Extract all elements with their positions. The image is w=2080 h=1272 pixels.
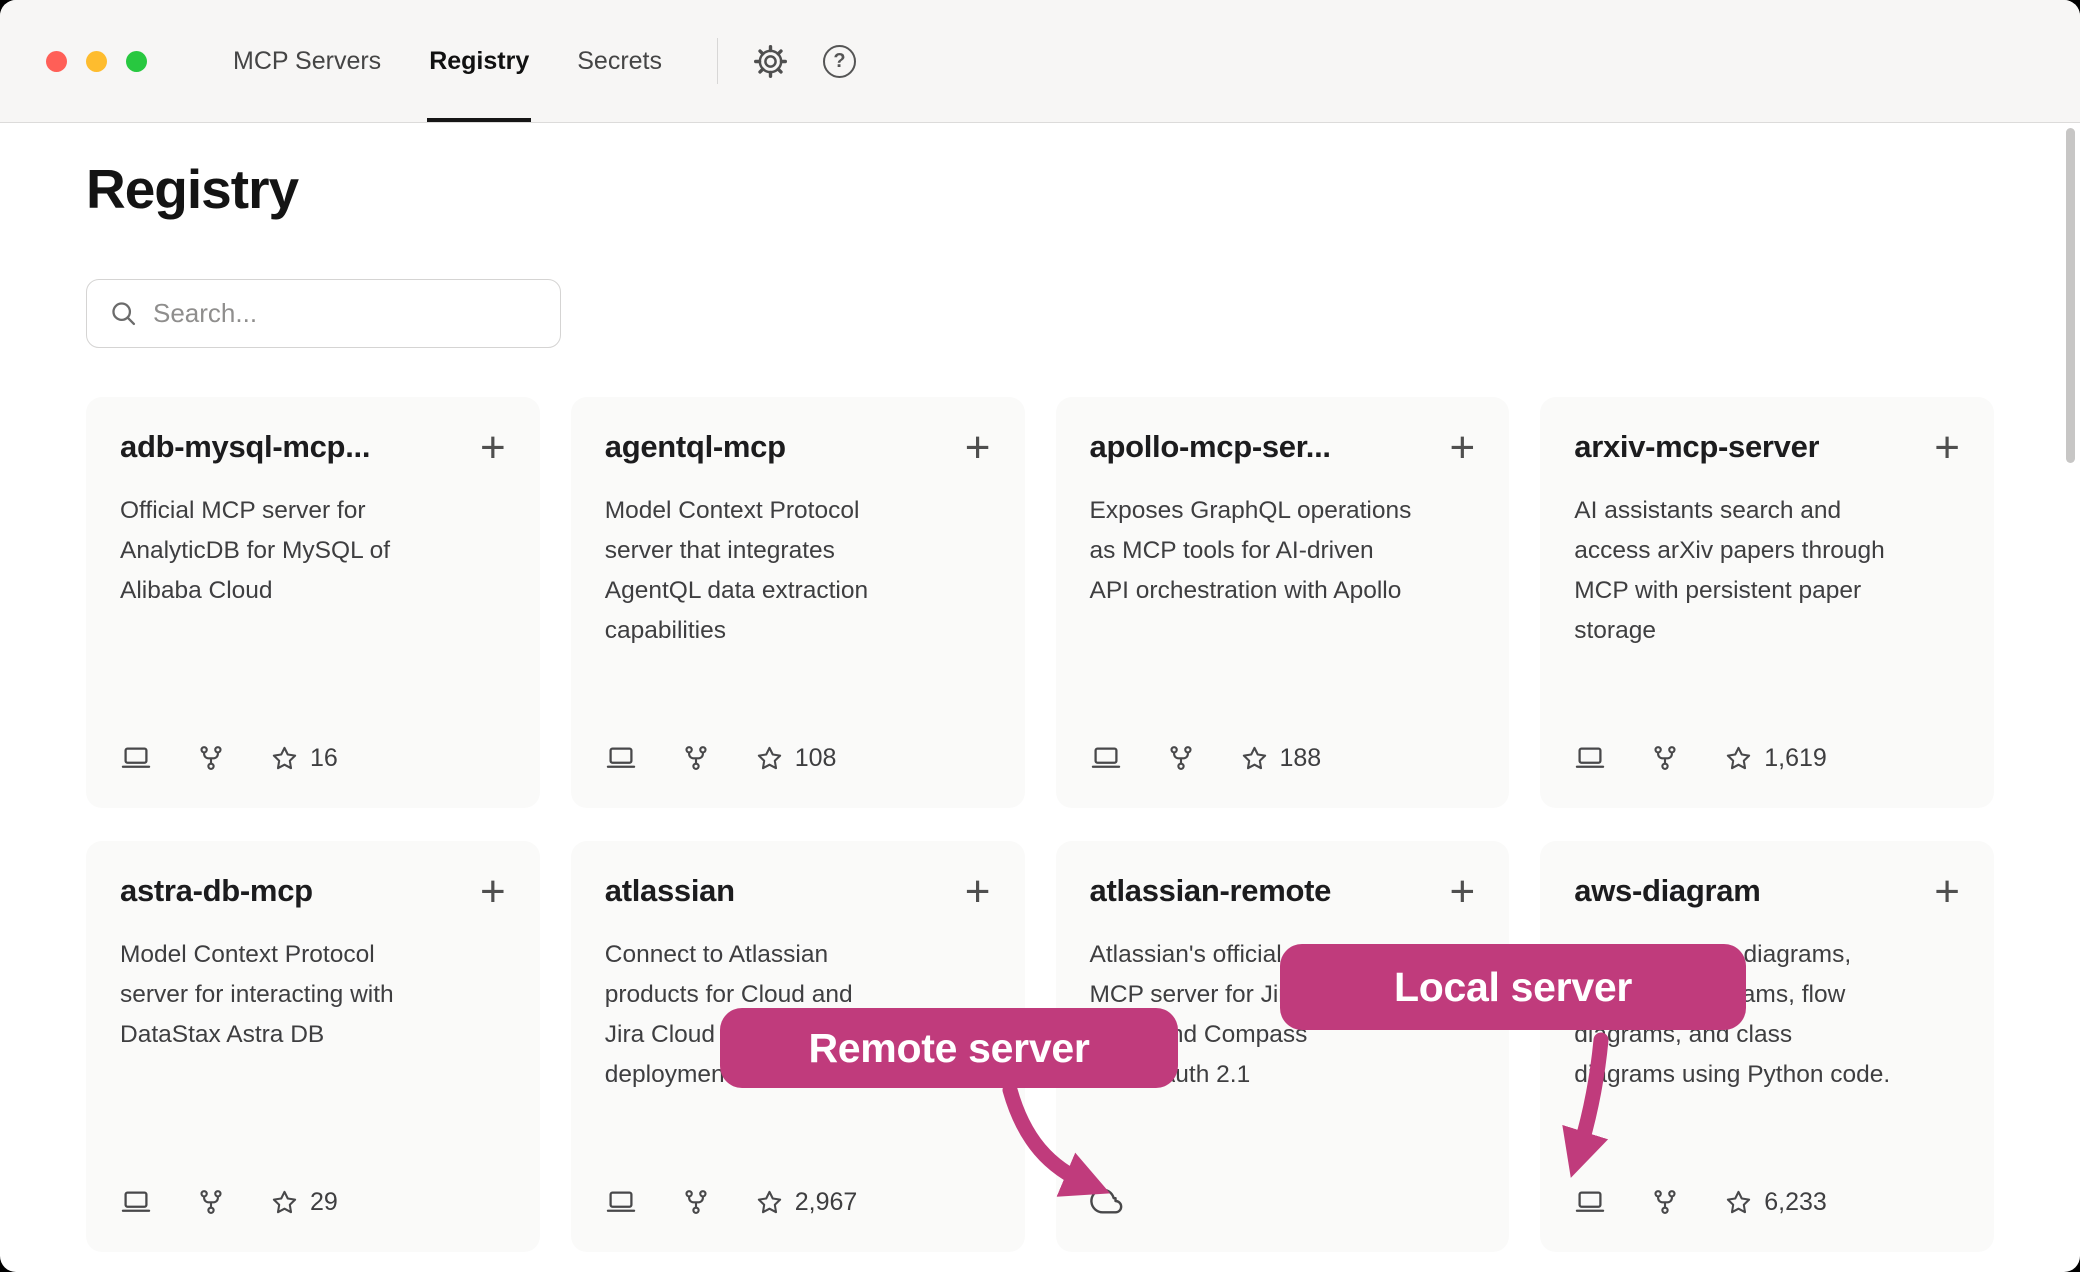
- scrollbar-thumb[interactable]: [2066, 128, 2075, 463]
- fork-icon: [1166, 743, 1196, 773]
- server-name: atlassian: [605, 873, 735, 909]
- star-count: 188: [1280, 744, 1322, 773]
- server-description: AI assistants search and access arXiv pa…: [1574, 491, 1960, 651]
- search-box: [86, 279, 561, 348]
- server-name: apollo-mcp-ser...: [1090, 429, 1331, 465]
- server-description: Model Context Protocol server for intera…: [120, 935, 506, 1055]
- server-name: astra-db-mcp: [120, 873, 313, 909]
- server-card[interactable]: aws-diagram + Generate AWS diagrams, seq…: [1540, 841, 1994, 1252]
- laptop-icon: [605, 1186, 637, 1218]
- server-meta: 188: [1090, 742, 1476, 774]
- zoom-button[interactable]: [126, 51, 147, 72]
- search-icon: [109, 299, 138, 328]
- fork-icon: [1650, 743, 1680, 773]
- add-server-button[interactable]: +: [965, 877, 991, 907]
- laptop-icon: [120, 1186, 152, 1218]
- toolbar-divider: [717, 38, 718, 84]
- close-button[interactable]: [46, 51, 67, 72]
- star-count: 16: [310, 744, 338, 773]
- main-tabs: MCP Servers Registry Secrets: [233, 0, 662, 122]
- star-count: 2,967: [795, 1188, 858, 1217]
- fork-icon: [1650, 1187, 1680, 1217]
- laptop-icon: [120, 742, 152, 774]
- fork-icon: [681, 1187, 711, 1217]
- remote-server-callout: Remote server: [720, 1008, 1178, 1088]
- server-name: atlassian-remote: [1090, 873, 1332, 909]
- add-server-button[interactable]: +: [1934, 877, 1960, 907]
- registry-page: Registry adb-mysql-mcp... + Official MCP…: [0, 162, 2080, 1252]
- add-server-button[interactable]: +: [965, 433, 991, 463]
- add-server-button[interactable]: +: [1934, 433, 1960, 463]
- star-count: 29: [310, 1188, 338, 1217]
- fork-icon: [196, 1187, 226, 1217]
- add-server-button[interactable]: +: [1450, 433, 1476, 463]
- server-meta: [1090, 1184, 1476, 1218]
- laptop-icon: [1574, 742, 1606, 774]
- server-card[interactable]: apollo-mcp-ser... + Exposes GraphQL oper…: [1056, 397, 1510, 808]
- tab-registry[interactable]: Registry: [429, 0, 529, 122]
- local-server-callout: Local server: [1280, 944, 1746, 1030]
- help-button[interactable]: ?: [823, 45, 856, 78]
- star-icon: [1724, 1188, 1753, 1217]
- settings-button[interactable]: [752, 43, 789, 80]
- gear-icon: [752, 43, 789, 80]
- laptop-icon: [1574, 1186, 1606, 1218]
- server-name: arxiv-mcp-server: [1574, 429, 1819, 465]
- star-count: 1,619: [1764, 744, 1827, 773]
- app-window: MCP Servers Registry Secrets: [0, 0, 2080, 1272]
- fork-icon: [196, 743, 226, 773]
- laptop-icon: [605, 742, 637, 774]
- add-server-button[interactable]: +: [480, 433, 506, 463]
- star-count: 6,233: [1764, 1188, 1827, 1217]
- add-server-button[interactable]: +: [1450, 877, 1476, 907]
- title-bar: MCP Servers Registry Secrets: [0, 0, 2080, 123]
- add-server-button[interactable]: +: [480, 877, 506, 907]
- star-icon: [1240, 744, 1269, 773]
- server-description: Model Context Protocol server that integ…: [605, 491, 991, 651]
- server-meta: 16: [120, 742, 506, 774]
- star-icon: [755, 744, 784, 773]
- minimize-button[interactable]: [86, 51, 107, 72]
- server-meta: 6,233: [1574, 1186, 1960, 1218]
- server-card[interactable]: agentql-mcp + Model Context Protocol ser…: [571, 397, 1025, 808]
- server-card[interactable]: adb-mysql-mcp... + Official MCP server f…: [86, 397, 540, 808]
- server-meta: 29: [120, 1186, 506, 1218]
- laptop-icon: [1090, 742, 1122, 774]
- window-controls: [46, 51, 147, 72]
- server-grid: adb-mysql-mcp... + Official MCP server f…: [86, 397, 1994, 1252]
- star-icon: [270, 744, 299, 773]
- server-meta: 1,619: [1574, 742, 1960, 774]
- server-meta: 2,967: [605, 1186, 991, 1218]
- tab-mcp-servers[interactable]: MCP Servers: [233, 0, 381, 122]
- server-description: Exposes GraphQL operations as MCP tools …: [1090, 491, 1476, 611]
- tab-secrets[interactable]: Secrets: [577, 0, 662, 122]
- server-name: agentql-mcp: [605, 429, 786, 465]
- server-name: adb-mysql-mcp...: [120, 429, 370, 465]
- fork-icon: [681, 743, 711, 773]
- star-icon: [1724, 744, 1753, 773]
- server-name: aws-diagram: [1574, 873, 1760, 909]
- star-icon: [755, 1188, 784, 1217]
- help-icon: ?: [823, 45, 856, 78]
- server-description: Official MCP server for AnalyticDB for M…: [120, 491, 506, 611]
- search-input[interactable]: [153, 298, 538, 329]
- page-title: Registry: [86, 162, 1994, 217]
- star-count: 108: [795, 744, 837, 773]
- cloud-icon: [1090, 1184, 1124, 1218]
- star-icon: [270, 1188, 299, 1217]
- server-card[interactable]: astra-db-mcp + Model Context Protocol se…: [86, 841, 540, 1252]
- server-meta: 108: [605, 742, 991, 774]
- server-card[interactable]: arxiv-mcp-server + AI assistants search …: [1540, 397, 1994, 808]
